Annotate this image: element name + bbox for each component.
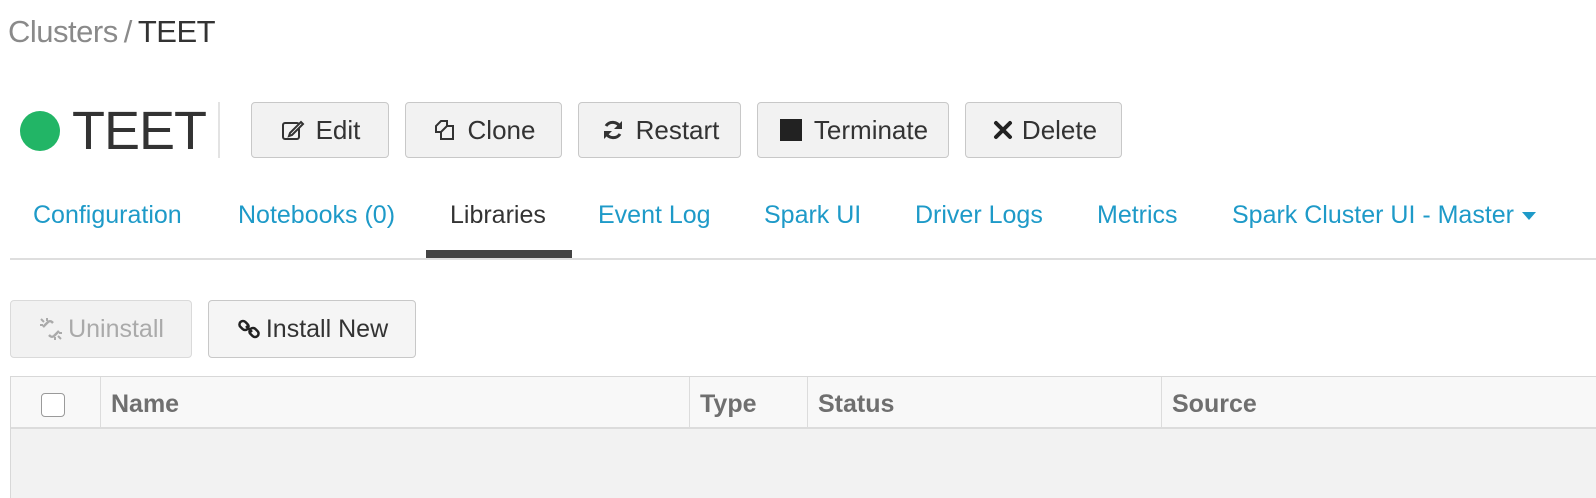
breadcrumb: Clusters / TEET [8,14,216,50]
select-all-checkbox[interactable] [41,393,65,417]
link-icon [236,316,262,342]
install-new-button[interactable]: Install New [208,300,416,358]
tab-event-log[interactable]: Event Log [598,192,711,258]
edit-button[interactable]: Edit [251,102,389,158]
close-icon [990,117,1016,143]
breadcrumb-current: TEET [137,14,216,49]
unlink-icon [38,316,64,342]
refresh-icon [600,117,626,143]
tab-driver-logs[interactable]: Driver Logs [915,192,1043,258]
clone-button[interactable]: Clone [405,102,562,158]
page-title: TEET [72,101,207,161]
stop-icon [778,117,804,143]
breadcrumb-clusters-link[interactable]: Clusters [8,14,118,49]
edit-button-label: Edit [315,114,361,145]
tab-notebooks[interactable]: Notebooks (0) [238,192,395,258]
cluster-title: TEET [20,101,207,161]
breadcrumb-separator: / [123,14,133,49]
tab-libraries[interactable]: Libraries [450,192,546,258]
edit-icon [280,117,306,143]
tab-spark-cluster-ui[interactable]: Spark Cluster UI - Master [1232,192,1537,258]
libraries-table: Name Type Status Source [10,376,1596,498]
install-new-button-label: Install New [265,314,389,343]
clone-button-label: Clone [467,114,536,145]
column-header-source[interactable]: Source [1161,377,1596,427]
column-header-type[interactable]: Type [689,377,807,427]
active-tab-indicator [426,250,572,258]
tab-spark-ui[interactable]: Spark UI [764,192,861,258]
chevron-down-icon [1522,212,1537,221]
clone-icon [432,117,458,143]
table-header: Name Type Status Source [11,377,1596,429]
column-header-name[interactable]: Name [100,377,689,427]
tab-metrics[interactable]: Metrics [1097,192,1178,258]
uninstall-button-label: Uninstall [68,314,164,343]
cluster-status-indicator [20,111,60,151]
uninstall-button[interactable]: Uninstall [10,300,192,358]
terminate-button-label: Terminate [813,114,929,145]
select-all-cell [11,377,100,427]
tab-spark-cluster-ui-label: Spark Cluster UI - Master [1232,201,1515,229]
delete-button-label: Delete [1021,114,1098,145]
terminate-button[interactable]: Terminate [757,102,949,158]
delete-button[interactable]: Delete [965,102,1122,158]
cluster-tabs: Configuration Notebooks (0) Libraries Ev… [10,192,1596,260]
title-divider [218,102,220,158]
restart-button-label: Restart [635,114,720,145]
restart-button[interactable]: Restart [578,102,741,158]
column-header-status[interactable]: Status [807,377,1161,427]
tab-configuration[interactable]: Configuration [33,192,182,258]
